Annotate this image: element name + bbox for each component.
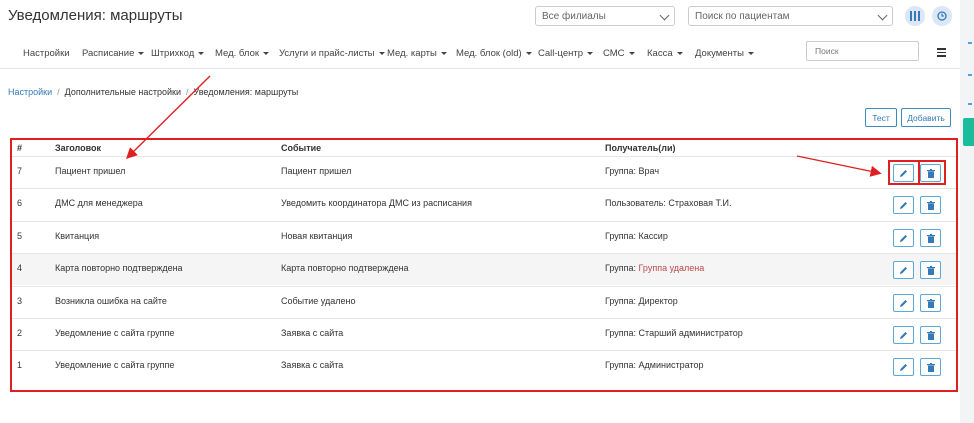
annotation-arrows [126,75,882,177]
right-side-panel [960,0,974,423]
arrow-to-row-actions [796,155,882,177]
page: Уведомления: маршруты Все филиалы Поиск … [0,0,960,423]
side-marker [968,42,972,44]
arrow-to-title-column [126,75,211,159]
side-marker [968,103,972,105]
side-marker [968,74,972,76]
side-panel-tab[interactable] [963,118,974,146]
